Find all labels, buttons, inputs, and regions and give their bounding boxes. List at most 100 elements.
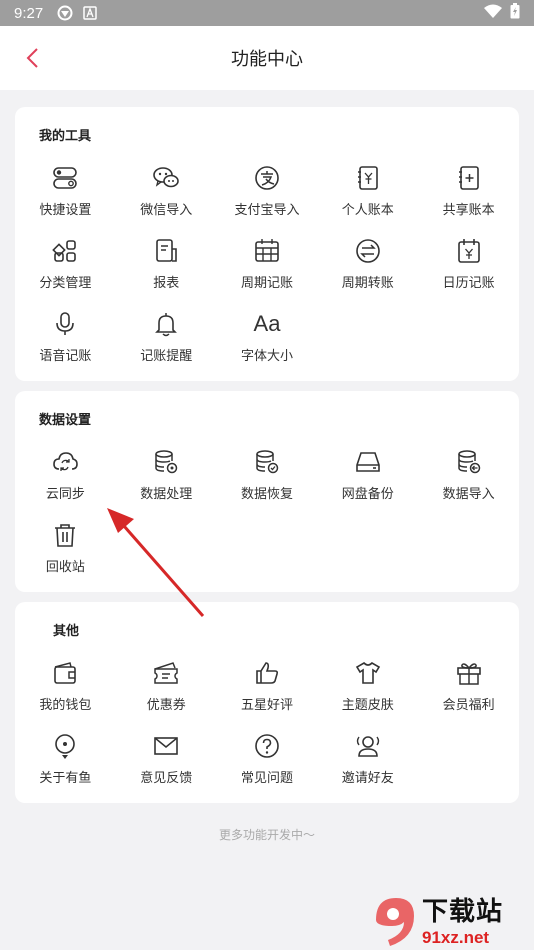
tool-label: 快捷设置 (39, 203, 92, 218)
tool-label: 记账提醒 (140, 349, 193, 364)
tshirt-icon (353, 658, 383, 688)
other-label: 我的钱包 (39, 698, 92, 713)
status-time: 9:27 (14, 4, 44, 22)
data-label: 数据导入 (442, 487, 495, 502)
data-cloud-sync[interactable]: 云同步 (15, 445, 116, 518)
tool-alipay-import[interactable]: 支付宝导入 (217, 161, 318, 234)
watermark-logo (376, 898, 414, 946)
thumbs-up-icon (252, 658, 282, 688)
invite-friends-icon (353, 731, 383, 761)
toggle-settings-icon (50, 163, 80, 193)
bell-icon (151, 309, 181, 339)
cloud-sync-icon (50, 447, 80, 477)
tool-label: 支付宝导入 (234, 203, 300, 218)
tool-reminder[interactable]: 记账提醒 (116, 307, 217, 380)
tool-label: 个人账本 (341, 203, 394, 218)
coupon-icon (151, 658, 181, 688)
section-title-data: 数据设置 (39, 413, 92, 428)
other-rate-five-star[interactable]: 五星好评 (217, 656, 318, 729)
battery-icon (510, 3, 520, 23)
database-settings-icon (151, 447, 181, 477)
database-check-icon (252, 447, 282, 477)
watermark-url: 91xz.net (422, 928, 490, 947)
tool-label: 周期记账 (240, 276, 293, 291)
drive-icon (353, 447, 383, 477)
tool-label: 微信导入 (140, 203, 193, 218)
other-label: 会员福利 (442, 698, 495, 713)
transfer-arrows-icon (353, 236, 383, 266)
section-other: 其他 我的钱包 优惠券 五星好评 主题皮肤 会员福利 关于有鱼 意见反馈 常见问… (15, 602, 519, 803)
other-label: 优惠券 (146, 698, 186, 713)
other-coupon[interactable]: 优惠券 (116, 656, 217, 729)
gift-icon (454, 658, 484, 688)
wifi-icon (484, 4, 502, 22)
other-invite-friends[interactable]: 邀请好友 (317, 729, 418, 802)
shared-ledger-icon (454, 163, 484, 193)
trash-icon (50, 520, 80, 550)
calendar-grid-icon (252, 236, 282, 266)
font-size-icon: Aa (252, 309, 282, 339)
other-wallet[interactable]: 我的钱包 (15, 656, 116, 729)
tool-label: 日历记账 (442, 276, 495, 291)
data-recycle-bin[interactable]: 回收站 (15, 518, 116, 591)
tool-label: 分类管理 (39, 276, 92, 291)
tool-label: 报表 (153, 276, 180, 291)
alipay-icon (252, 163, 282, 193)
microphone-icon (50, 309, 80, 339)
data-label: 数据恢复 (240, 487, 293, 502)
section-my-tools: 我的工具 快捷设置 微信导入 支付宝导入 个人账本 共享账本 分类管理 报表 周… (15, 107, 519, 381)
watermark-text: 下载站 (422, 897, 504, 927)
tool-category-manage[interactable]: 分类管理 (15, 234, 116, 307)
tool-label: 语音记账 (39, 349, 92, 364)
personal-ledger-icon (353, 163, 383, 193)
other-label: 常见问题 (240, 771, 293, 786)
tool-personal-ledger[interactable]: 个人账本 (317, 161, 418, 234)
report-icon (151, 236, 181, 266)
other-grid: 我的钱包 优惠券 五星好评 主题皮肤 会员福利 关于有鱼 意见反馈 常见问题 邀… (15, 656, 519, 802)
tool-voice-bookkeeping[interactable]: 语音记账 (15, 307, 116, 380)
watermark: 下载站 91xz.net (370, 888, 530, 948)
data-processing[interactable]: 数据处理 (116, 445, 217, 518)
other-theme-skin[interactable]: 主题皮肤 (317, 656, 418, 729)
database-import-icon (454, 447, 484, 477)
data-drive-backup[interactable]: 网盘备份 (317, 445, 418, 518)
page-header: 功能中心 (0, 26, 534, 90)
data-grid: 云同步 数据处理 数据恢复 网盘备份 数据导入 回收站 (15, 445, 519, 591)
data-recovery[interactable]: 数据恢复 (217, 445, 318, 518)
wechat-icon (151, 163, 181, 193)
tool-periodic-transfer[interactable]: 周期转账 (317, 234, 418, 307)
tool-calendar-bookkeeping[interactable]: 日历记账 (418, 234, 519, 307)
data-label: 网盘备份 (341, 487, 394, 502)
data-label: 回收站 (45, 560, 85, 575)
font-size-glyph: Aa (253, 311, 281, 336)
envelope-icon (151, 731, 181, 761)
tool-font-size[interactable]: Aa 字体大小 (217, 307, 318, 380)
tools-grid: 快捷设置 微信导入 支付宝导入 个人账本 共享账本 分类管理 报表 周期记账 周… (15, 161, 519, 380)
section-title-other: 其他 (53, 624, 80, 639)
tool-shared-ledger[interactable]: 共享账本 (418, 161, 519, 234)
chevron-left-icon (26, 48, 38, 68)
tool-label: 共享账本 (442, 203, 495, 218)
page-title: 功能中心 (231, 49, 303, 70)
other-member-benefits[interactable]: 会员福利 (418, 656, 519, 729)
other-label: 意见反馈 (140, 771, 193, 786)
section-title-tools: 我的工具 (39, 129, 92, 144)
more-features-note: 更多功能开发中～ (218, 828, 315, 842)
other-feedback[interactable]: 意见反馈 (116, 729, 217, 802)
category-grid-icon (50, 236, 80, 266)
data-import[interactable]: 数据导入 (418, 445, 519, 518)
app-notification-icon (83, 6, 97, 20)
tool-periodic-bookkeeping[interactable]: 周期记账 (217, 234, 318, 307)
back-button[interactable] (18, 44, 46, 72)
tool-wechat-import[interactable]: 微信导入 (116, 161, 217, 234)
section-data-settings: 数据设置 云同步 数据处理 数据恢复 网盘备份 数据导入 回收站 (15, 391, 519, 592)
other-faq[interactable]: 常见问题 (217, 729, 318, 802)
tool-quick-settings[interactable]: 快捷设置 (15, 161, 116, 234)
tool-label: 字体大小 (240, 349, 293, 364)
other-label: 主题皮肤 (341, 698, 394, 713)
status-bar: 9:27 (0, 0, 534, 26)
data-label: 云同步 (45, 487, 85, 502)
other-about[interactable]: 关于有鱼 (15, 729, 116, 802)
tool-report[interactable]: 报表 (116, 234, 217, 307)
question-icon (252, 731, 282, 761)
